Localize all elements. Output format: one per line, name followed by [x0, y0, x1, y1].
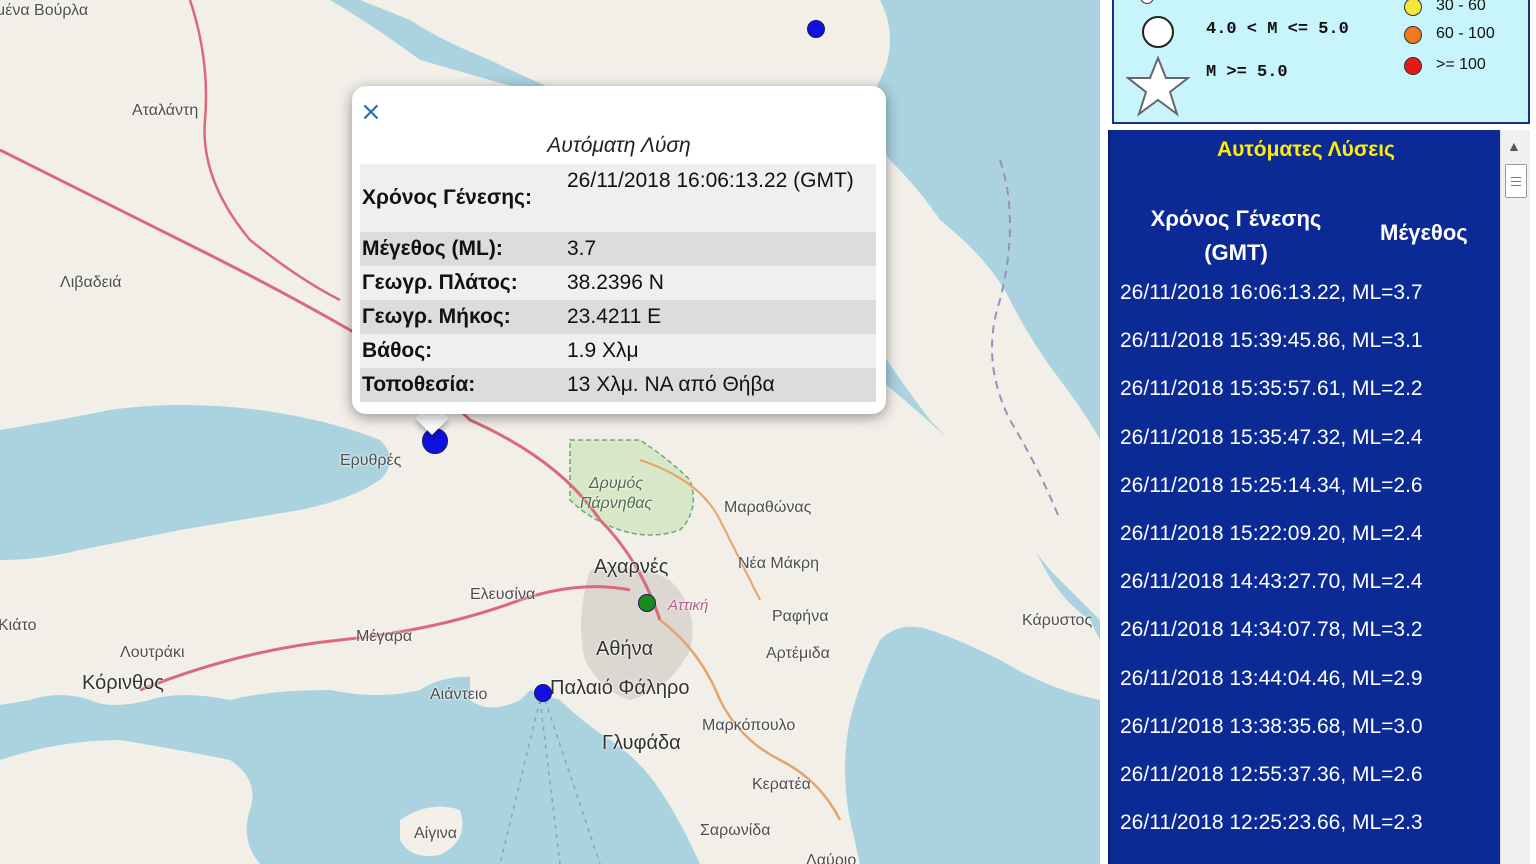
list-item[interactable]: 26/11/2018 15:35:57.61, ML=2.2	[1120, 374, 1500, 422]
detail-label: Μέγεθος (ML):	[362, 237, 503, 260]
place-label: μένα Βούρλα	[0, 2, 89, 19]
detail-row: Γεωγρ. Πλάτος: 38.2396 N	[360, 266, 876, 300]
list-item[interactable]: 26/11/2018 16:06:13.22, ML=3.7	[1120, 278, 1500, 326]
quake-marker[interactable]	[534, 684, 552, 702]
legend-mag-mid: 4.0 < M <= 5.0	[1206, 20, 1349, 39]
detail-row: Τοποθεσία: 13 Χλμ. ΝΑ από Θήβα	[360, 368, 876, 402]
list-item[interactable]: 26/11/2018 12:25:23.66, ML=2.3	[1120, 808, 1500, 856]
scroll-up-icon[interactable]: ▲	[1507, 138, 1521, 154]
place-label: Αταλάντη	[132, 102, 199, 119]
land-peloponnese	[0, 740, 260, 864]
place-label: Γλυφάδα	[602, 732, 681, 754]
legend-star-icon	[1126, 55, 1190, 117]
legend-depth-label: >= 100	[1436, 56, 1486, 73]
list-item[interactable]: 26/11/2018 14:43:27.70, ML=2.4	[1120, 567, 1500, 615]
detail-value: 23.4211 E	[567, 305, 662, 328]
place-label: Αττική	[668, 597, 709, 614]
detail-row: Χρόνος Γένεσης: 26/11/2018 16:06:13.22 (…	[360, 164, 876, 232]
place-label: Παλαιό Φάληρο	[550, 677, 690, 699]
place-label: Κάρυστος	[1022, 612, 1093, 629]
legend-depth-label: 60 - 100	[1436, 25, 1495, 42]
side-panel: 4.0 < M <= 5.0 M >= 5.0 30 - 60 60 - 100…	[1100, 0, 1536, 864]
place-label: Σαρωνίδα	[700, 822, 771, 839]
legend-depth-dot	[1404, 57, 1422, 75]
list-scrollbar[interactable]: ▲	[1500, 130, 1530, 864]
place-label: Δρυμός Πάρνηθας	[579, 475, 653, 512]
list-item[interactable]: 26/11/2018 12:55:37.36, ML=2.6	[1120, 760, 1500, 808]
scroll-thumb[interactable]	[1505, 164, 1527, 198]
detail-label: Βάθος:	[362, 339, 433, 362]
list-item[interactable]: 26/11/2018 14:34:07.78, ML=3.2	[1120, 615, 1500, 663]
quake-marker[interactable]	[638, 594, 656, 612]
place-label: Ραφήνα	[772, 608, 829, 625]
list-item[interactable]: 26/11/2018 15:35:47.32, ML=2.4	[1120, 423, 1500, 471]
place-label: Μαρκόπουλο	[702, 717, 796, 734]
detail-label: Τοποθεσία:	[362, 373, 476, 396]
list-item[interactable]: 26/11/2018 15:39:45.86, ML=3.1	[1120, 326, 1500, 374]
legend-mag-high: M >= 5.0	[1206, 63, 1288, 82]
place-label: Νέα Μάκρη	[738, 555, 819, 572]
map-view[interactable]: μένα Βούρλα Αταλάντη Λιβαδειά Ερυθρές Δρ…	[0, 0, 1100, 864]
legend-small-circle-icon	[1140, 0, 1154, 4]
place-label: Κιάτο	[0, 617, 37, 634]
detail-row: Γεωγρ. Μήκος: 23.4211 E	[360, 300, 876, 334]
detail-value: 38.2396 N	[567, 271, 664, 294]
list-item[interactable]: 26/11/2018 13:38:35.68, ML=3.0	[1120, 712, 1500, 760]
legend-circle-icon	[1142, 16, 1174, 48]
place-label: Αχαρνές	[594, 556, 669, 578]
popup-title: Αυτόματη Λύση	[547, 134, 691, 157]
detail-value: 13 Χλμ. ΝΑ από Θήβα	[567, 373, 775, 396]
detail-value: 3.7	[567, 237, 597, 260]
legend-depth-dot	[1404, 26, 1422, 44]
place-label: Αθήνα	[596, 638, 654, 660]
place-label: Κερατέα	[752, 776, 811, 793]
list-item[interactable]: 26/11/2018 15:22:09.20, ML=2.4	[1120, 519, 1500, 567]
quake-marker[interactable]	[807, 20, 825, 38]
detail-value: 26/11/2018 16:06:13.22 (GMT)	[567, 169, 854, 192]
header-origin-time: Χρόνος Γένεσης (GMT)	[1150, 206, 1322, 265]
detail-row: Βάθος: 1.9 Χλμ	[360, 334, 876, 368]
sea-route	[499, 699, 601, 864]
list-rows: 26/11/2018 16:06:13.22, ML=3.7 26/11/201…	[1120, 278, 1500, 856]
place-label: Ελευσίνα	[470, 586, 536, 603]
list-title: Αυτόματες Λύσεις	[1217, 138, 1395, 161]
place-label: Μαραθώνας	[724, 499, 812, 516]
list-item[interactable]: 26/11/2018 13:44:04.46, ML=2.9	[1120, 664, 1500, 712]
list-item[interactable]: 26/11/2018 15:25:14.34, ML=2.6	[1120, 471, 1500, 519]
place-label: Αρτέμιδα	[766, 645, 830, 662]
legend-depth-label: 30 - 60	[1436, 0, 1486, 14]
legend-depth-dot	[1404, 0, 1422, 16]
place-label: Αίγινα	[414, 825, 458, 842]
legend: 4.0 < M <= 5.0 M >= 5.0 30 - 60 60 - 100…	[1112, 0, 1530, 124]
detail-row: Μέγεθος (ML): 3.7	[360, 232, 876, 266]
place-label: Ερυθρές	[340, 452, 402, 469]
detail-value: 1.9 Χλμ	[567, 339, 639, 362]
place-label: Κόρινθος	[82, 672, 164, 694]
place-label: Λιβαδειά	[60, 274, 122, 291]
detail-label: Γεωγρ. Μήκος:	[362, 305, 511, 328]
detail-label: Γεωγρ. Πλάτος:	[362, 271, 518, 294]
place-label: Μέγαρα	[356, 628, 413, 645]
header-magnitude: Μέγεθος	[1380, 220, 1468, 245]
place-label: Λουτράκι	[120, 644, 185, 661]
auto-solutions-list[interactable]: Αυτόματες Λύσεις Χρόνος Γένεσης (GMT) Μέ…	[1108, 130, 1500, 864]
popup-details-table: Χρόνος Γένεσης: 26/11/2018 16:06:13.22 (…	[360, 164, 876, 402]
detail-label: Χρόνος Γένεσης:	[362, 186, 532, 209]
place-label: Αιάντειο	[430, 686, 488, 703]
place-label: Λαύριο	[806, 852, 857, 864]
quake-popup: × Αυτόματη Λύση Χρόνος Γένεσης: 26/11/20…	[352, 86, 886, 414]
close-icon[interactable]: ×	[360, 98, 382, 126]
